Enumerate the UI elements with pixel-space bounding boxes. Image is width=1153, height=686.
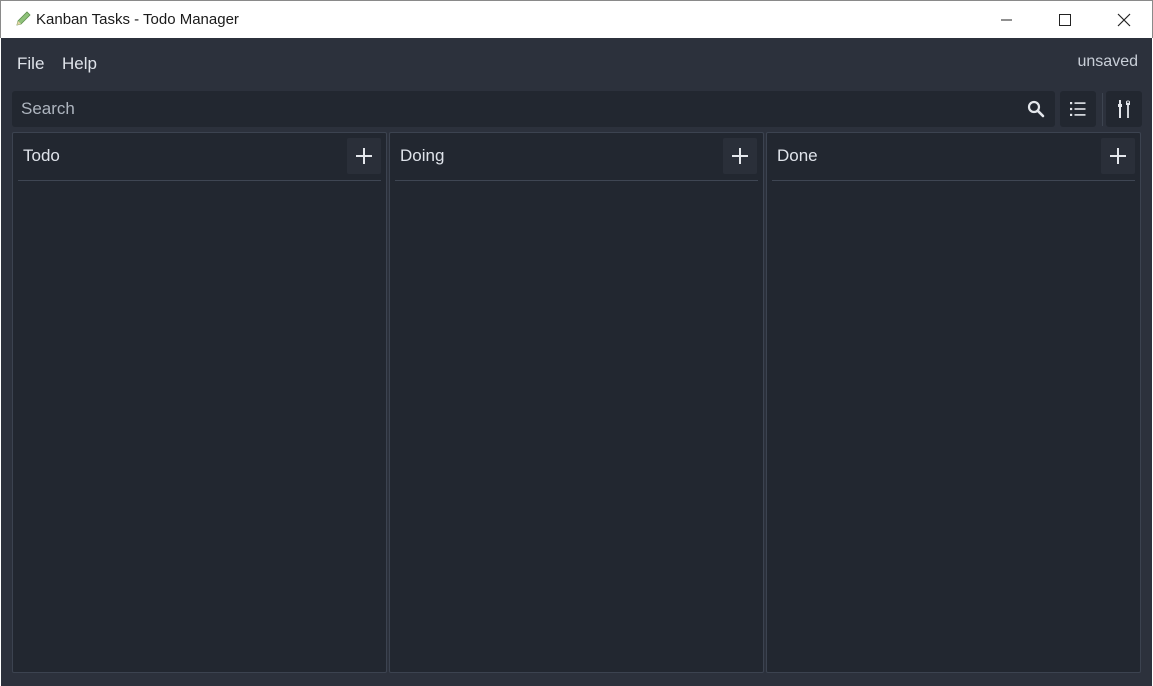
search-box[interactable] [12,91,1055,127]
search-icon[interactable] [1027,100,1045,118]
column-todo: Todo [12,132,387,673]
close-icon [1117,13,1131,26]
column-title: Todo [23,146,60,165]
search-row [12,91,1142,128]
column-divider [18,180,381,181]
minimize-button[interactable] [978,1,1036,38]
pencil-icon [16,11,31,26]
app-window: File Help unsaved Search Todo Doing Done [1,38,1152,686]
close-button[interactable] [1095,1,1153,38]
column-divider [395,180,758,181]
menu-help[interactable]: Help [62,54,97,74]
plus-icon [1110,148,1126,164]
column-doing: Doing [389,132,764,673]
list-icon [1070,102,1086,116]
search-input[interactable] [21,91,1011,127]
maximize-icon [1059,13,1071,26]
maximize-button[interactable] [1036,1,1094,38]
save-status: unsaved [1077,53,1139,70]
window-title: Kanban Tasks - Todo Manager [36,11,239,28]
column-done: Done [766,132,1141,673]
add-task-button-todo[interactable] [347,138,381,174]
window-titlebar[interactable]: Kanban Tasks - Todo Manager [0,0,1153,38]
menu-bar: File Help unsaved [1,38,1152,88]
menu-file[interactable]: File [17,54,44,74]
plus-icon [356,148,372,164]
kanban-board: Todo Doing Done [12,132,1141,673]
minimize-icon [1001,19,1012,20]
plus-icon [732,148,748,164]
column-title: Doing [400,146,445,165]
add-task-button-doing[interactable] [723,138,757,174]
toolbar-separator [1102,93,1103,126]
settings-button[interactable] [1106,91,1142,127]
view-toggle-button[interactable] [1060,91,1096,127]
column-divider [772,180,1135,181]
add-task-button-done[interactable] [1101,138,1135,174]
tools-icon [1118,100,1130,118]
column-title: Done [777,146,818,165]
